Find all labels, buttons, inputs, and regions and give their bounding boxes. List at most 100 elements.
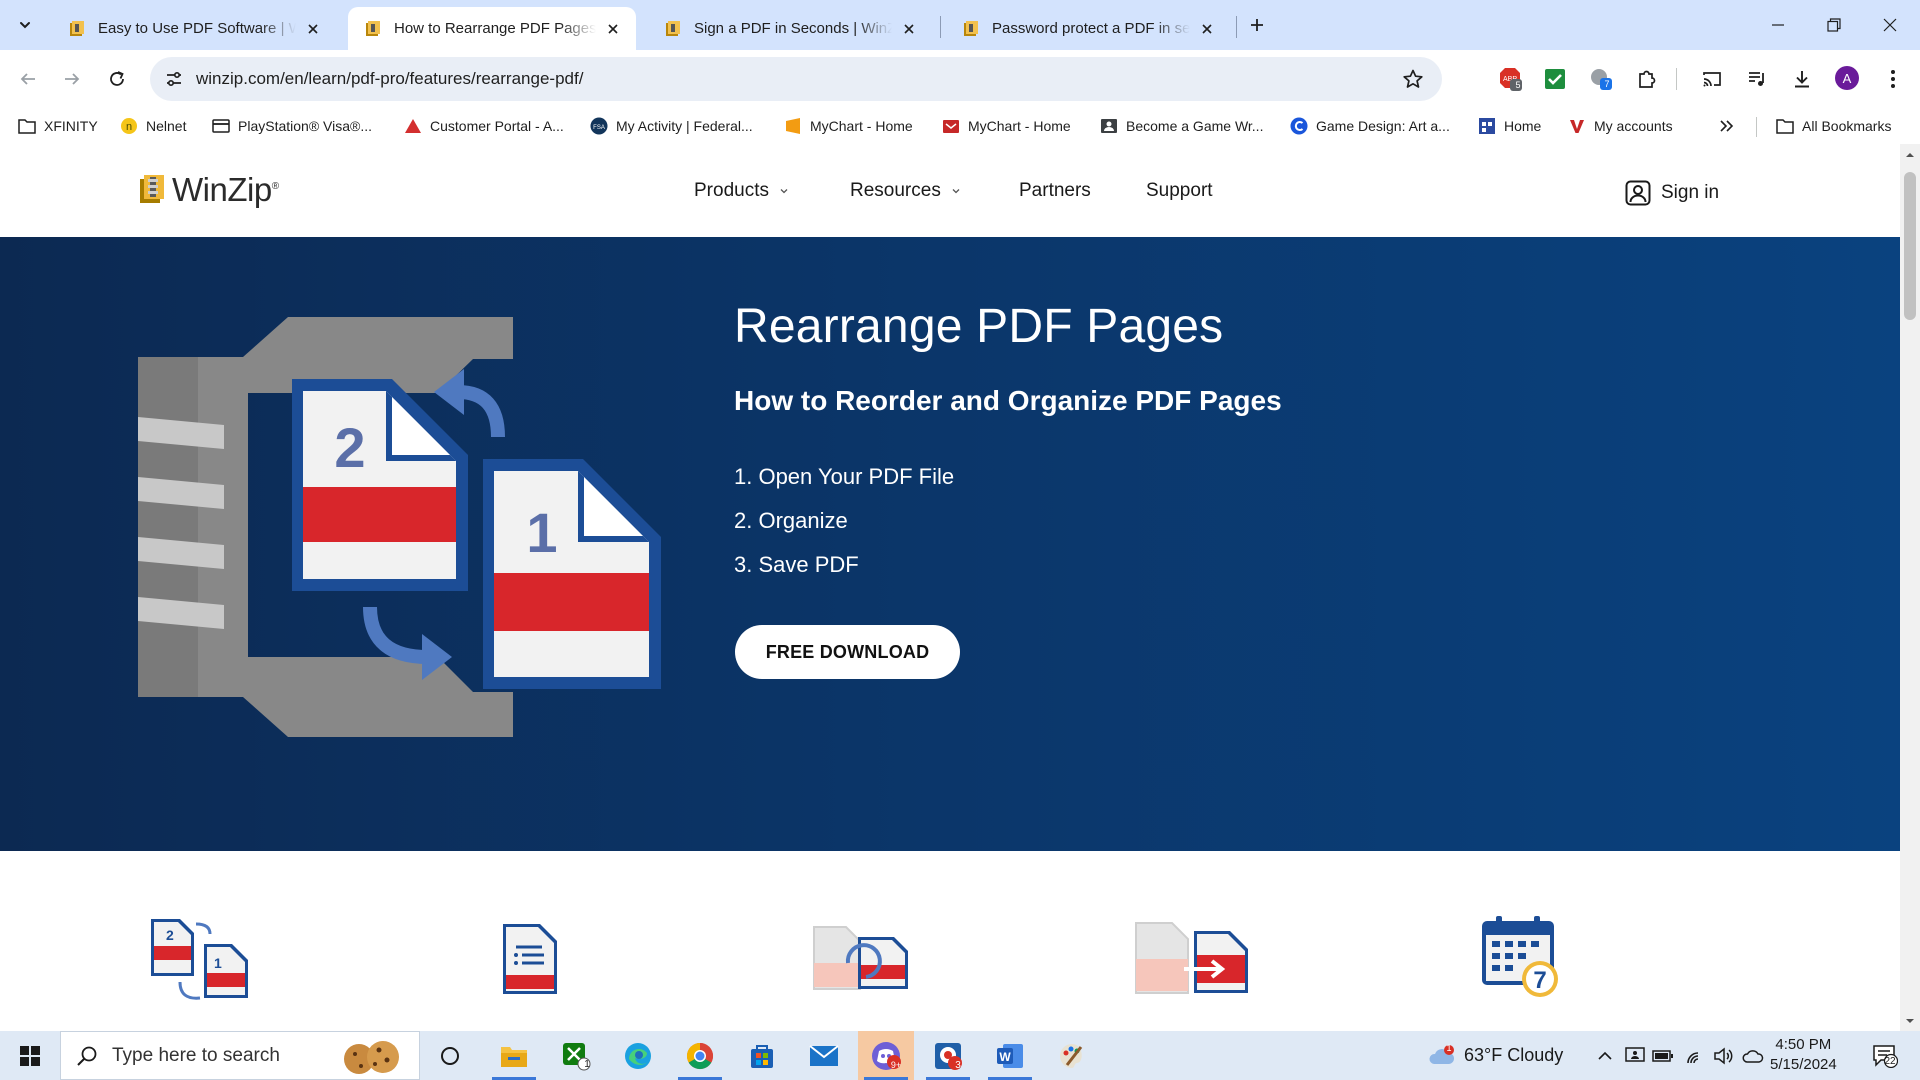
cast-button[interactable] (1699, 66, 1725, 92)
tab-search-button[interactable] (10, 10, 40, 40)
close-icon[interactable] (604, 20, 622, 38)
cortana-circle-icon (441, 1046, 459, 1065)
nav-resources[interactable]: Resources (850, 180, 961, 202)
show-hidden-icons-button[interactable] (1594, 1045, 1616, 1067)
more-bookmarks-button[interactable] (1718, 114, 1734, 138)
battery-icon-button[interactable] (1652, 1045, 1674, 1067)
search-placeholder: Type here to search (112, 1044, 280, 1066)
bookmark-item[interactable]: XFINITY (18, 114, 98, 138)
address-bar[interactable]: winzip.com/en/learn/pdf-pro/features/rea… (150, 57, 1442, 101)
taskbar-xbox[interactable]: 1 (548, 1031, 604, 1080)
taskbar-chrome[interactable] (672, 1031, 728, 1080)
cast-icon (1703, 72, 1721, 87)
forward-button[interactable] (56, 63, 88, 95)
taskbar-edge[interactable] (610, 1031, 666, 1080)
site-header: WinZip® Products Resources Partners Supp… (0, 144, 1900, 237)
app-badge: 9+ (890, 1060, 902, 1070)
tab-sign-pdf[interactable]: Sign a PDF in Seconds | WinZip (648, 7, 932, 50)
scroll-up-arrow-icon[interactable] (1905, 150, 1915, 160)
extensions-menu-button[interactable] (1634, 66, 1660, 92)
weather-button[interactable]: 1 (1428, 1043, 1456, 1067)
nav-partners[interactable]: Partners (1019, 180, 1091, 202)
page-subtitle: How to Reorder and Organize PDF Pages (734, 385, 1282, 416)
all-bookmarks-button[interactable]: All Bookmarks (1776, 114, 1891, 138)
web-page: WinZip® Products Resources Partners Supp… (0, 144, 1900, 1031)
taskbar-clock[interactable]: 4:50 PM 5/15/2024 (1770, 1035, 1837, 1075)
taskbar-chrome-app[interactable]: 3 (920, 1031, 976, 1080)
bookmark-item[interactable]: My accounts (1568, 114, 1673, 138)
page-title: Rearrange PDF Pages (734, 300, 1224, 353)
close-icon[interactable] (1198, 20, 1216, 38)
scroll-down-arrow-icon[interactable] (1905, 1016, 1915, 1026)
start-button[interactable] (0, 1031, 60, 1080)
bookmark-item[interactable]: MyChart - Home (784, 114, 913, 138)
cloud-extension-button[interactable]: 7 (1588, 66, 1614, 92)
bookmark-item[interactable]: Game Design: Art a... (1290, 114, 1450, 138)
bookmark-item[interactable]: n Nelnet (120, 114, 186, 138)
adblock-extension-button[interactable]: ABP 5 (1498, 66, 1524, 92)
triangle-logo-icon (404, 117, 422, 135)
close-window-button[interactable] (1862, 0, 1918, 50)
media-control-button[interactable] (1744, 66, 1770, 92)
nav-label: Resources (850, 180, 941, 201)
profile-avatar[interactable]: A (1835, 66, 1859, 90)
chevron-down-icon (20, 22, 30, 29)
chrome-menu-button[interactable] (1880, 66, 1906, 92)
minimize-button[interactable] (1750, 0, 1806, 50)
page-number-1: 1 (526, 501, 557, 564)
winzip-logo[interactable]: WinZip® (138, 171, 279, 209)
tab-password-pdf[interactable]: Password protect a PDF in seco (946, 7, 1230, 50)
double-chevron-right-icon (1720, 120, 1734, 132)
back-button[interactable] (12, 63, 44, 95)
v-logo-icon (1568, 117, 1586, 135)
bookmark-item[interactable]: Home (1478, 114, 1541, 138)
bookmark-label: XFINITY (44, 118, 98, 134)
onedrive-button[interactable] (1742, 1045, 1764, 1067)
taskbar-word[interactable]: W (982, 1031, 1038, 1080)
sign-in-link[interactable]: Sign in (1625, 180, 1719, 206)
taskbar-file-explorer[interactable] (486, 1031, 542, 1080)
bookmark-item[interactable]: FSA My Activity | Federal... (590, 114, 753, 138)
calendar-grid-icon (1478, 117, 1496, 135)
notifications-button[interactable]: 22 (1870, 1045, 1900, 1068)
new-tab-button[interactable] (1244, 12, 1270, 38)
close-icon (1883, 18, 1897, 32)
close-icon[interactable] (304, 20, 322, 38)
chevron-up-icon (1598, 1051, 1612, 1060)
network-button[interactable] (1684, 1045, 1706, 1067)
nav-support[interactable]: Support (1146, 180, 1213, 202)
bookmark-label: My Activity | Federal... (616, 118, 753, 134)
bookmark-item[interactable]: Customer Portal - A... (404, 114, 564, 138)
tab-rearrange-pdf[interactable]: How to Rearrange PDF Pages | W (348, 7, 636, 50)
tray-meet-icon[interactable] (1624, 1045, 1646, 1067)
nelnet-icon: n (120, 117, 138, 135)
bookmark-star-icon[interactable] (1402, 68, 1424, 90)
checkmark-extension-button[interactable] (1542, 66, 1568, 92)
bookmark-item[interactable]: Become a Game Wr... (1100, 114, 1263, 138)
nav-products[interactable]: Products (694, 180, 789, 202)
scrollbar-thumb[interactable] (1904, 172, 1916, 320)
volume-button[interactable] (1712, 1045, 1734, 1067)
close-icon[interactable] (900, 20, 918, 38)
task-view-button[interactable] (422, 1031, 478, 1080)
tab-easy-pdf[interactable]: Easy to Use PDF Software | Win (52, 7, 336, 50)
taskbar-paint[interactable] (1044, 1031, 1100, 1080)
weather-text[interactable]: 63°F Cloudy (1464, 1045, 1563, 1066)
nav-label: Products (694, 180, 769, 201)
reload-button[interactable] (101, 63, 133, 95)
free-download-button[interactable]: FREE DOWNLOAD (735, 625, 960, 679)
restore-button[interactable] (1806, 0, 1862, 50)
site-settings-icon[interactable] (164, 69, 184, 89)
nav-label: Support (1146, 180, 1213, 201)
taskbar-mail[interactable] (796, 1031, 852, 1080)
downloads-button[interactable] (1789, 66, 1815, 92)
taskbar-search-box[interactable]: Type here to search (60, 1031, 420, 1080)
svg-text:2: 2 (166, 927, 174, 943)
bookmark-item[interactable]: MyChart - Home (942, 114, 1071, 138)
bookmark-item[interactable]: PlayStation® Visa®... (212, 114, 372, 138)
page-scrollbar[interactable] (1900, 144, 1920, 1031)
taskbar-discord[interactable]: 9+ (858, 1031, 914, 1080)
feature-icons-row: 2 1 7 (0, 851, 1900, 1031)
bookmarks-divider (1756, 117, 1757, 137)
taskbar-store[interactable] (734, 1031, 790, 1080)
